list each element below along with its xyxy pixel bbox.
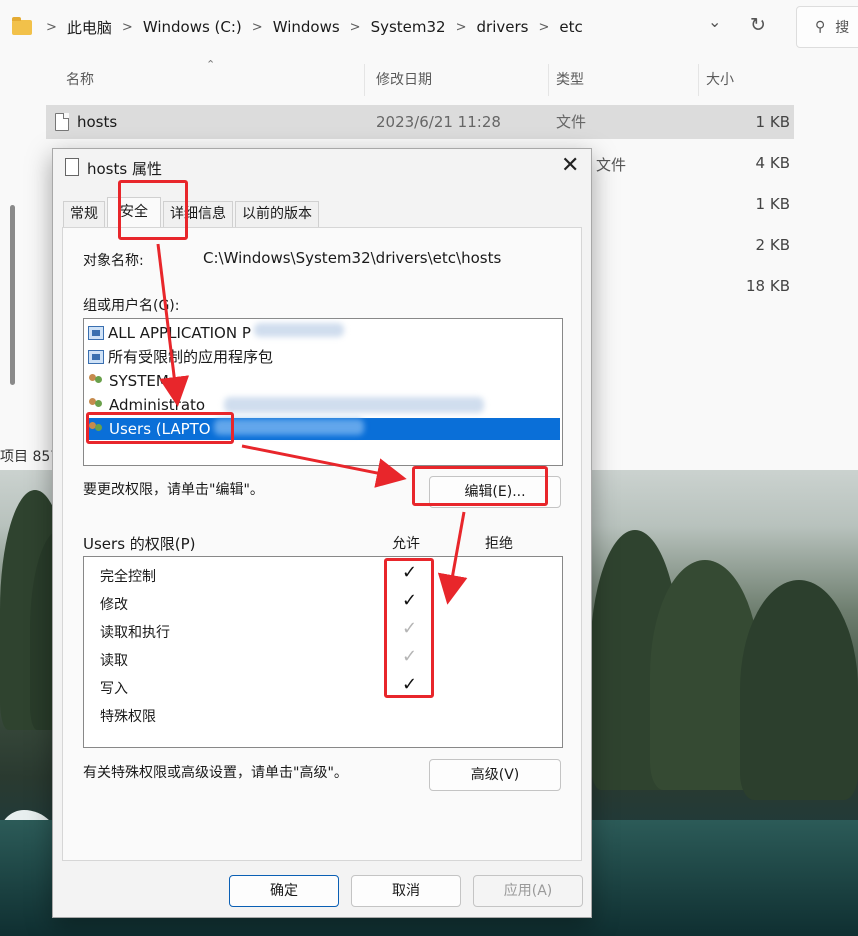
allow-header: 允许 bbox=[392, 536, 420, 552]
permissions-label: Users 的权限(P) bbox=[83, 535, 196, 553]
annotation-box-users bbox=[86, 412, 234, 444]
chevron-right-icon: > bbox=[251, 19, 263, 35]
file-size: 18 KB bbox=[746, 277, 790, 295]
deny-header: 拒绝 bbox=[485, 536, 513, 552]
list-item-label: SYSTEM bbox=[109, 372, 169, 390]
dialog-title: hosts 属性 bbox=[87, 160, 162, 178]
users-icon bbox=[88, 374, 106, 388]
folder-icon bbox=[12, 16, 32, 35]
file-size: 1 KB bbox=[755, 113, 790, 131]
permission-full-control: 完全控制 bbox=[100, 569, 156, 585]
annotation-box-allow-checks bbox=[384, 558, 434, 698]
advanced-button[interactable]: 高级(V) bbox=[429, 759, 561, 791]
chevron-right-icon: > bbox=[121, 19, 133, 35]
scrollbar[interactable] bbox=[10, 205, 15, 385]
close-icon[interactable]: ✕ bbox=[561, 153, 579, 178]
refresh-icon[interactable]: ↻ bbox=[750, 14, 766, 36]
list-item-label: ALL APPLICATION P bbox=[108, 324, 251, 342]
permission-write: 写入 bbox=[100, 681, 128, 697]
file-type: 文件 bbox=[596, 156, 627, 174]
sort-up-icon: ⌃ bbox=[206, 58, 216, 71]
file-size: 1 KB bbox=[755, 195, 790, 213]
change-hint: 要更改权限，请单击"编辑"。 bbox=[83, 482, 264, 498]
column-header-name[interactable]: 名称 bbox=[66, 64, 94, 96]
advanced-hint: 有关特殊权限或高级设置，请单击"高级"。 bbox=[83, 765, 348, 781]
table-row[interactable]: hosts 2023/6/21 11:28 文件 1 KB bbox=[46, 105, 794, 139]
list-item[interactable]: 所有受限制的应用程序包 bbox=[88, 346, 273, 368]
object-name-label: 对象名称: bbox=[83, 253, 144, 269]
breadcrumb-windows[interactable]: Windows bbox=[273, 18, 340, 36]
search-input[interactable]: ⚲ 搜 bbox=[796, 6, 858, 48]
file-icon bbox=[55, 113, 69, 131]
annotation-box-edit bbox=[412, 466, 548, 506]
column-divider[interactable] bbox=[364, 64, 365, 96]
column-header-type[interactable]: 类型 bbox=[556, 64, 584, 96]
file-date: 2023/6/21 11:28 bbox=[376, 113, 501, 131]
chevron-right-icon: > bbox=[46, 19, 57, 35]
address-bar[interactable]: > 此电脑 > Windows (C:) > Windows > System3… bbox=[0, 4, 780, 50]
file-name: hosts bbox=[77, 113, 118, 131]
column-divider[interactable] bbox=[548, 64, 549, 96]
security-panel: 对象名称: C:\Windows\System32\drivers\etc\ho… bbox=[62, 227, 582, 861]
tab-general[interactable]: 常规 bbox=[63, 201, 105, 227]
breadcrumb-etc[interactable]: etc bbox=[559, 18, 582, 36]
chevron-right-icon: > bbox=[455, 19, 467, 35]
redaction-blur bbox=[214, 419, 364, 435]
permission-read: 读取 bbox=[100, 653, 128, 669]
permission-list: 完全控制 ✓ 修改 ✓ 读取和执行 ✓ 读取 ✓ 写入 ✓ 特殊权限 bbox=[83, 556, 563, 748]
chevron-right-icon: > bbox=[538, 19, 550, 35]
properties-dialog: hosts 属性 ✕ 常规 安全 详细信息 以前的版本 对象名称: C:\Win… bbox=[52, 148, 592, 918]
tab-previous-versions[interactable]: 以前的版本 bbox=[235, 201, 319, 227]
annotation-box-security-tab bbox=[118, 180, 188, 240]
file-size: 2 KB bbox=[755, 236, 790, 254]
status-bar-text: 项目 857 bbox=[0, 449, 60, 465]
users-icon bbox=[88, 398, 106, 412]
redaction-blur bbox=[224, 397, 484, 413]
breadcrumb-drive-c[interactable]: Windows (C:) bbox=[143, 18, 242, 36]
app-package-icon bbox=[88, 350, 104, 364]
search-icon: ⚲ bbox=[815, 19, 826, 35]
file-type: 文件 bbox=[556, 113, 587, 131]
list-item-label: 所有受限制的应用程序包 bbox=[108, 348, 274, 366]
breadcrumb-drivers[interactable]: drivers bbox=[477, 18, 529, 36]
object-name-value: C:\Windows\System32\drivers\etc\hosts bbox=[203, 249, 502, 267]
redaction-blur bbox=[254, 323, 344, 337]
chevron-right-icon: > bbox=[349, 19, 361, 35]
column-divider[interactable] bbox=[698, 64, 699, 96]
group-list-label: 组或用户名(G): bbox=[83, 298, 180, 314]
permission-read-execute: 读取和执行 bbox=[100, 625, 170, 641]
column-header-date[interactable]: 修改日期 bbox=[376, 64, 432, 96]
cancel-button[interactable]: 取消 bbox=[351, 875, 461, 907]
list-item[interactable]: ALL APPLICATION P bbox=[88, 322, 251, 344]
chevron-down-icon[interactable]: ⌄ bbox=[708, 12, 721, 31]
permission-special: 特殊权限 bbox=[100, 709, 156, 725]
apply-button[interactable]: 应用(A) bbox=[473, 875, 583, 907]
breadcrumb-system32[interactable]: System32 bbox=[371, 18, 446, 36]
breadcrumb-this-pc[interactable]: 此电脑 bbox=[67, 17, 112, 38]
ok-button[interactable]: 确定 bbox=[229, 875, 339, 907]
file-size: 4 KB bbox=[755, 154, 790, 172]
list-item[interactable]: SYSTEM bbox=[88, 370, 169, 392]
column-header-size[interactable]: 大小 bbox=[706, 64, 734, 96]
file-icon bbox=[65, 158, 79, 176]
permission-modify: 修改 bbox=[100, 597, 128, 613]
app-package-icon bbox=[88, 326, 104, 340]
search-placeholder: 搜 bbox=[835, 20, 850, 36]
tab-strip: 常规 安全 详细信息 以前的版本 bbox=[63, 197, 321, 227]
